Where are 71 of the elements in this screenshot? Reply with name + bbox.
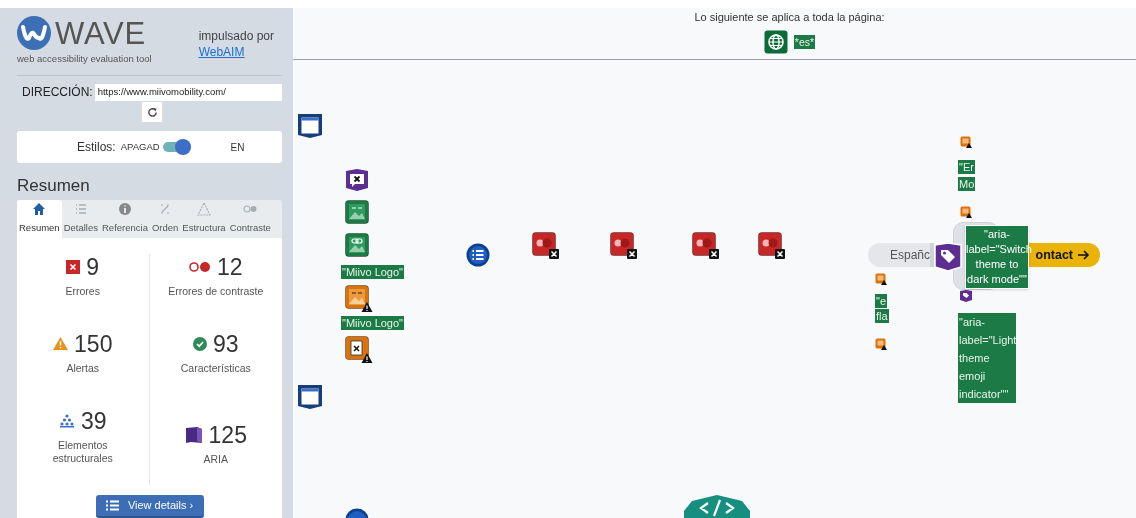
wave-logo-icon <box>17 16 51 50</box>
language-tag: *es* <box>793 34 816 49</box>
logo-title: WAVE <box>55 17 146 49</box>
refresh-button[interactable] <box>142 102 162 123</box>
text-label: fla <box>875 309 889 323</box>
list-icon <box>73 201 88 216</box>
summary-tab[interactable]: Estructura <box>180 200 228 238</box>
stat-count: 39 <box>80 408 107 434</box>
text-label: "e <box>875 294 888 308</box>
info-icon <box>117 201 132 216</box>
stat-label: Elementos estructurales <box>51 439 114 465</box>
on-label: EN <box>230 140 245 155</box>
contrast-error-icon <box>692 232 720 260</box>
page-banner-text: Lo siguiente se aplica a toda la página: <box>694 10 885 25</box>
text-label: "Er <box>958 160 975 174</box>
stat-count: 125 <box>208 422 247 448</box>
view-details-button[interactable]: View details › <box>95 495 204 518</box>
language-selector[interactable]: Españc <box>868 243 934 267</box>
home-icon <box>32 201 47 216</box>
stat-count: 9 <box>86 254 100 280</box>
off-label: APAGAD <box>120 139 160 154</box>
stat-count: 12 <box>216 254 243 280</box>
document-warning-icon <box>345 336 373 364</box>
structure-icon <box>58 414 75 428</box>
list-icon <box>105 500 119 511</box>
stat-label: ARIA <box>202 453 229 466</box>
summary-tab[interactable]: Contraste <box>227 200 273 238</box>
image-warning-icon <box>875 273 887 285</box>
image-warning-icon <box>960 206 972 218</box>
tag-icon <box>934 242 962 272</box>
structure-icon <box>197 201 211 216</box>
stat-label: Errores de contraste <box>167 285 265 298</box>
image-warning-icon <box>875 338 887 350</box>
contrast-error-icon <box>758 232 786 260</box>
list-icon <box>466 243 490 267</box>
text-label: "Miivo Logo" <box>341 316 404 330</box>
webaim-link[interactable]: WebAIM <box>198 44 274 60</box>
speech-error-icon <box>345 168 369 192</box>
stat-label: Alertas <box>65 362 101 375</box>
warning-icon <box>53 337 69 351</box>
arrow-icon <box>1078 250 1090 260</box>
stat-count: 93 <box>212 331 239 357</box>
stat-label: Características <box>179 362 252 375</box>
stat-count: 150 <box>74 331 113 357</box>
tag-icon <box>960 290 972 302</box>
region-icon <box>297 384 323 410</box>
summary-tab[interactable]: Detalles <box>61 200 100 238</box>
address-label: DIRECCIÓN: <box>22 83 93 102</box>
contrast-icon <box>188 261 211 273</box>
text-label: Mo <box>958 177 976 191</box>
contrast-error-icon <box>610 232 638 260</box>
image-warning-icon <box>960 136 972 148</box>
check-icon <box>192 337 207 351</box>
summary-tab[interactable]: Referencia <box>100 200 150 238</box>
summary-tab[interactable]: Orden <box>149 200 181 238</box>
summary-tab[interactable]: Resumen <box>17 200 62 238</box>
contrast-error-icon <box>532 232 560 260</box>
region-icon <box>297 113 323 139</box>
styles-label: Estilos: <box>77 139 116 157</box>
address-field[interactable]: https://www.miivomobility.com/ <box>94 83 282 101</box>
error-icon <box>66 260 81 274</box>
summary-heading: Resumen <box>17 174 91 197</box>
logo-subtitle: web accessibility evaluation tool <box>17 52 152 66</box>
stat-label: Errores <box>64 285 101 298</box>
text-label: "Miivo Logo" <box>341 265 404 279</box>
refresh-icon <box>146 106 158 118</box>
styles-toggle[interactable] <box>162 142 191 153</box>
globe-icon <box>763 29 788 54</box>
aria-icon <box>184 426 203 444</box>
image-warning-icon <box>345 285 373 313</box>
powered-by-text: impulsado por <box>198 28 274 44</box>
